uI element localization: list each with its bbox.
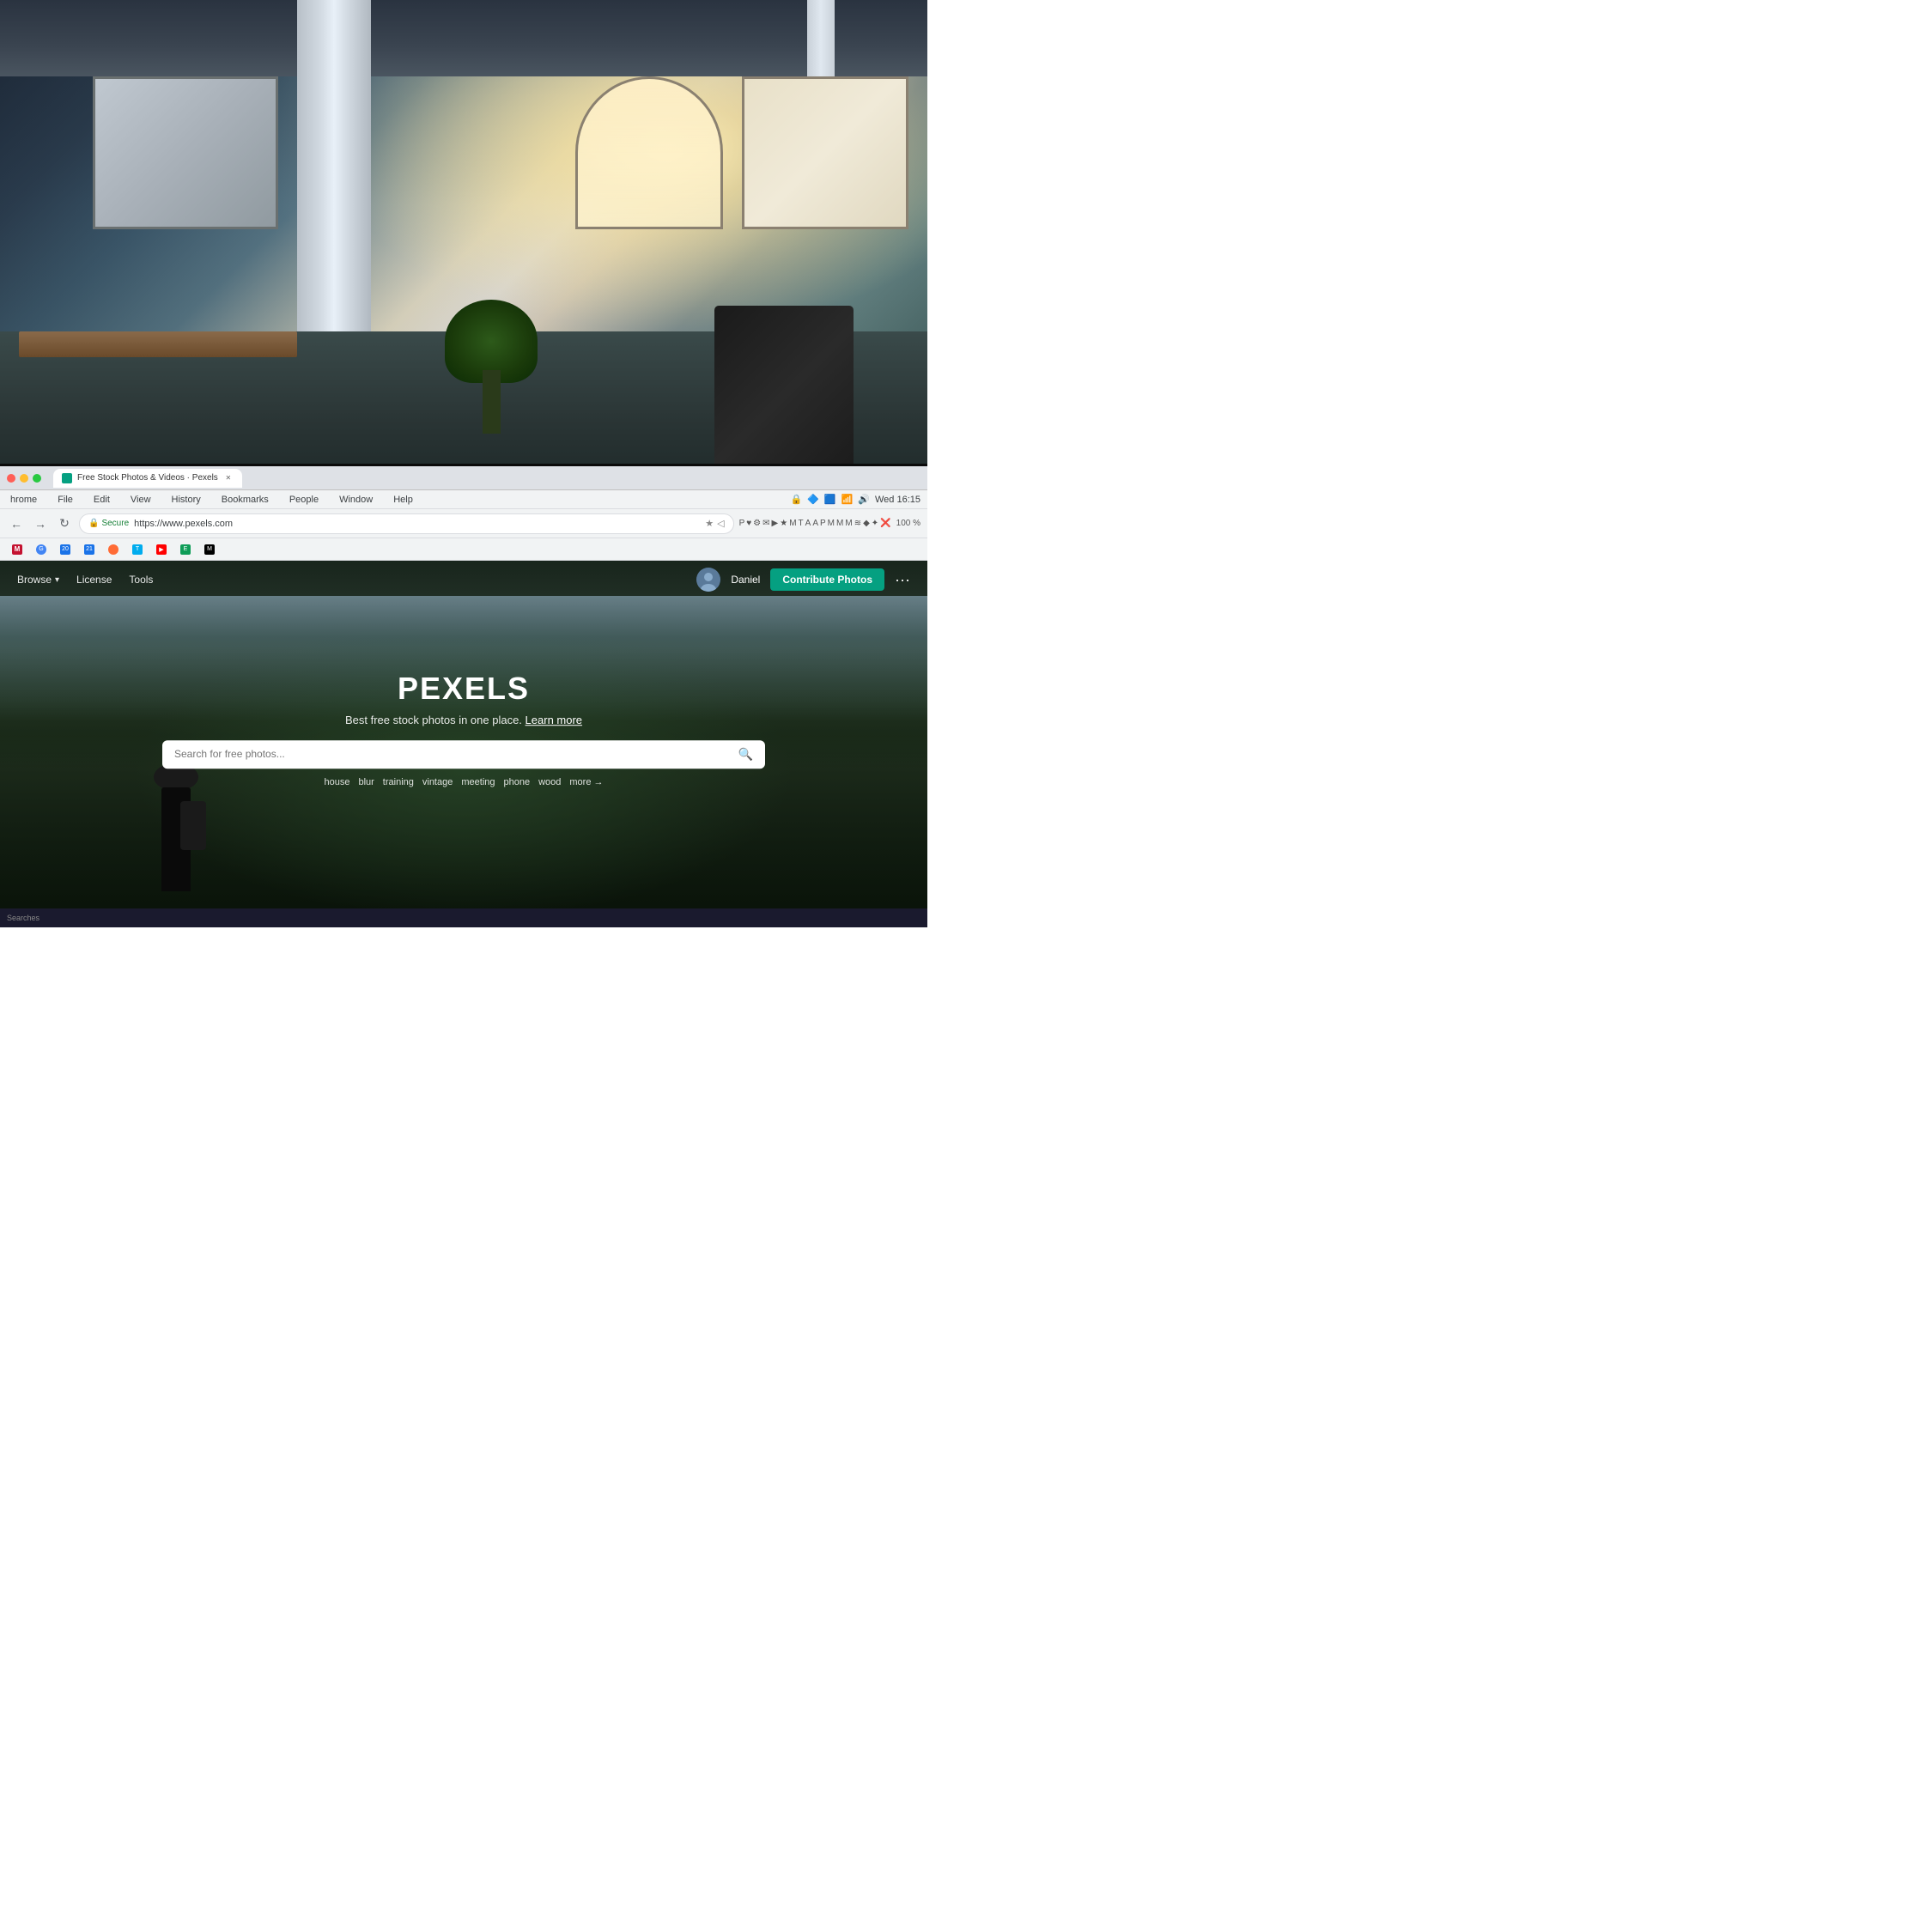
bookmark-youtube[interactable]: ▶ [151, 543, 172, 556]
menu-chrome[interactable]: hrome [7, 493, 40, 507]
menu-window[interactable]: Window [336, 493, 376, 507]
window-arch [575, 76, 724, 229]
address-icons: ★ ◁ [705, 518, 724, 529]
browse-button[interactable]: Browse ▾ [17, 574, 59, 586]
pillar-left [297, 0, 371, 331]
chair [714, 306, 854, 484]
close-button[interactable] [7, 474, 15, 483]
search-suggestions: house blur training vintage meeting phon… [162, 777, 765, 787]
suggestion-wood[interactable]: wood [538, 777, 561, 787]
suggestion-phone[interactable]: phone [504, 777, 531, 787]
browse-label: Browse [17, 574, 52, 586]
clock: Wed 16:15 [875, 495, 920, 505]
bookmark-cal1[interactable]: 20 [55, 543, 76, 556]
avatar-image [696, 568, 720, 592]
secure-label: Secure [101, 519, 129, 528]
url-text: https://www.pexels.com [134, 519, 233, 529]
pexels-nav: Browse ▾ License Tools [0, 561, 927, 598]
background-photo [0, 0, 927, 510]
suggestion-more-link[interactable]: more → [569, 777, 603, 787]
menu-people[interactable]: People [286, 493, 322, 507]
hero-content: PEXELS Best free stock photos in one pla… [162, 671, 765, 787]
contribute-photos-button[interactable]: Contribute Photos [770, 568, 884, 591]
search-bar[interactable]: 🔍 [162, 740, 765, 769]
tagline-text: Best free stock photos in one place. [345, 714, 522, 726]
pexels-hero-section: Browse ▾ License Tools [0, 561, 927, 909]
tab-favicon [62, 473, 72, 483]
menu-view[interactable]: View [127, 493, 155, 507]
suggestion-meeting[interactable]: meeting [461, 777, 495, 787]
browse-chevron-icon: ▾ [55, 575, 59, 585]
menu-edit[interactable]: Edit [90, 493, 113, 507]
tab-area: Free Stock Photos & Videos · Pexels ✕ [53, 469, 920, 488]
chrome-toolbar: ← → ↻ 🔒 Secure https://www.pexels.com ★ … [0, 509, 927, 538]
suggestion-blur[interactable]: blur [358, 777, 374, 787]
pexels-logo: PEXELS [162, 671, 765, 707]
bookmarks-bar: M G 20 21 T ▶ E M [0, 538, 927, 561]
tools-button[interactable]: Tools [129, 574, 153, 586]
plant [445, 306, 538, 434]
chrome-menu-bar: hrome File Edit View History Bookmarks P… [0, 490, 927, 509]
screen-container: Free Stock Photos & Videos · Pexels ✕ hr… [0, 464, 927, 927]
suggestion-training[interactable]: training [383, 777, 414, 787]
secure-badge: 🔒 Secure [88, 519, 129, 528]
browser-tab[interactable]: Free Stock Photos & Videos · Pexels ✕ [53, 469, 242, 488]
pexels-website: Browse ▾ License Tools [0, 561, 927, 909]
menu-bookmarks[interactable]: Bookmarks [218, 493, 272, 507]
ceiling-beams [0, 0, 927, 76]
bookmark-gmail[interactable]: M [7, 543, 27, 556]
tab-label: Free Stock Photos & Videos · Pexels [77, 473, 218, 483]
taskbar: Searches [0, 908, 927, 927]
maximize-button[interactable] [33, 474, 41, 483]
chrome-title-bar: Free Stock Photos & Videos · Pexels ✕ [0, 466, 927, 490]
more-options-button[interactable]: ··· [895, 571, 910, 589]
nav-right: Daniel Contribute Photos ··· [696, 568, 910, 592]
address-bar[interactable]: 🔒 Secure https://www.pexels.com ★ ◁ [79, 513, 734, 534]
user-avatar [696, 568, 720, 592]
bookmark-google[interactable]: G [31, 543, 52, 556]
more-label: more → [569, 777, 603, 787]
bookmark-cal2[interactable]: 21 [79, 543, 100, 556]
bookmark-sheets[interactable]: E [175, 543, 196, 556]
window-controls [7, 474, 41, 483]
search-icon: 🔍 [738, 747, 753, 762]
tab-close-icon[interactable]: ✕ [223, 473, 234, 483]
menu-file[interactable]: File [54, 493, 76, 507]
extensions-area: P ♥ ⚙ ✉ ▶ ★ M T A A P M M M ≋ ◆ ✦ ❌ [739, 519, 891, 528]
user-name-label[interactable]: Daniel [731, 574, 760, 586]
bookmark-medium[interactable]: M [199, 543, 220, 556]
reload-button[interactable]: ↻ [55, 514, 74, 533]
menu-history[interactable]: History [168, 493, 204, 507]
license-button[interactable]: License [76, 574, 112, 586]
zoom-level: 100 % [896, 519, 920, 528]
suggestion-vintage[interactable]: vintage [422, 777, 453, 787]
minimize-button[interactable] [20, 474, 28, 483]
screen-inner: Free Stock Photos & Videos · Pexels ✕ hr… [0, 466, 927, 909]
taskbar-label: Searches [7, 914, 39, 922]
lock-icon: 🔒 [88, 519, 99, 528]
bookmark-orange[interactable] [103, 543, 124, 556]
desk-surface [19, 331, 297, 357]
nav-left: Browse ▾ License Tools [17, 574, 153, 586]
menu-help[interactable]: Help [390, 493, 416, 507]
forward-button[interactable]: → [31, 514, 50, 533]
suggestion-house[interactable]: house [324, 777, 349, 787]
search-input[interactable] [174, 748, 732, 760]
learn-more-link[interactable]: Learn more [526, 714, 582, 726]
window-right [742, 76, 908, 229]
bookmark-twitter[interactable]: T [127, 543, 148, 556]
back-button[interactable]: ← [7, 514, 26, 533]
window-left [93, 76, 278, 229]
hero-tagline: Best free stock photos in one place. Lea… [162, 714, 765, 726]
